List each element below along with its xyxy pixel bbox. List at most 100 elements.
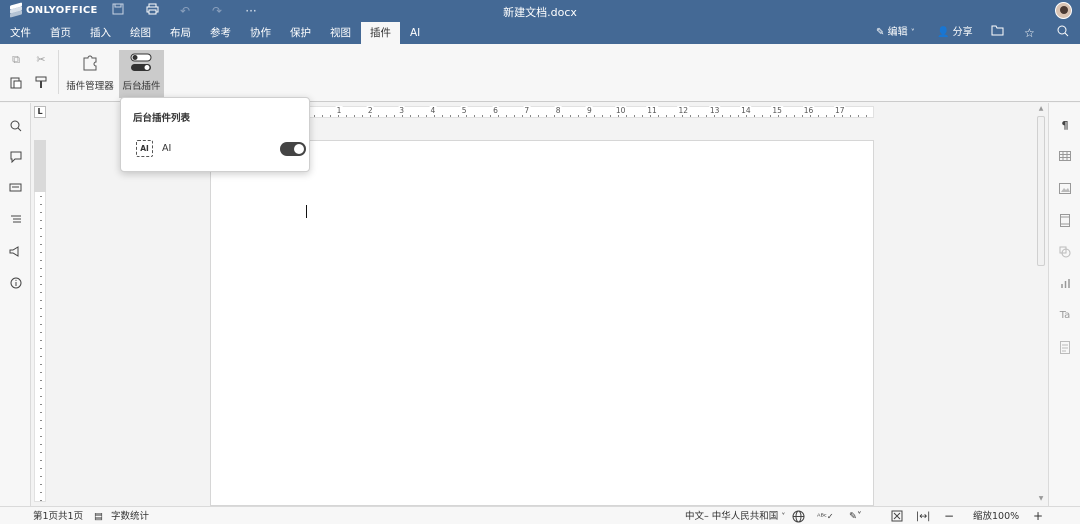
logo-text: ONLYOFFICE [26,4,98,16]
edit-mode-label: 编辑 [887,27,908,38]
vertical-scrollbar[interactable]: ▲ ▼ [1036,104,1046,504]
format-painter-icon[interactable] [33,76,49,92]
tab-view[interactable]: 视图 [323,22,358,44]
table-icon[interactable] [1058,151,1072,165]
chevron-down-icon: ˅ [781,512,786,521]
tab-plugins[interactable]: 插件 [361,22,400,44]
fit-to-width-icon[interactable]: |↔| [916,510,930,523]
tab-home[interactable]: 首页 [43,22,78,44]
ruler-number: 17 [834,106,846,115]
ruler-number: 7 [523,106,531,115]
chart-icon[interactable] [1058,278,1072,292]
form-icon[interactable] [1058,341,1072,355]
ai-plugin-icon: AI [136,140,153,157]
ruler-number: 14 [740,106,752,115]
language-selector[interactable]: 中文– 中华人民共和国 ˅ [685,510,785,523]
ruler-number: 8 [554,106,562,115]
scroll-up-arrow-icon[interactable]: ▲ [1036,104,1046,114]
tab-stop-selector[interactable]: L [34,106,46,118]
user-share-icon: 👤 [937,27,950,38]
ruler-number: 4 [429,106,437,115]
background-plugins-button[interactable]: 后台插件 ˄ [119,50,164,98]
zoom-in-icon[interactable]: + [1033,510,1043,523]
feedback-icon[interactable] [8,246,23,261]
ruler-number: 1 [335,106,343,115]
tab-protection[interactable]: 保护 [283,22,318,44]
text-art-icon[interactable]: Ta [1058,309,1072,323]
search-icon[interactable] [8,120,23,135]
document-language-globe-icon[interactable] [792,510,805,523]
word-count-button[interactable]: ▤ 字数统计 [94,510,149,523]
vertical-ruler [34,140,46,502]
left-sidebar [0,103,31,506]
track-changes-icon[interactable]: ✎˅ [849,510,862,523]
edit-mode-button[interactable]: ✎ 编辑 ˅ [876,25,915,41]
language-label: 中文– 中华人民共和国 [685,511,779,522]
zoom-level[interactable]: 缩放100% [973,510,1019,523]
zoom-out-icon[interactable]: − [944,510,954,523]
puzzle-icon [81,52,101,75]
ruler-number: 10 [614,106,627,115]
tab-references[interactable]: 参考 [203,22,238,44]
redo-icon[interactable]: ↷ [209,3,225,19]
plugin-manager-button[interactable]: 插件管理器 [64,50,116,98]
ruler-number: 3 [398,106,405,115]
word-count-label: 字数统计 [111,511,150,522]
chevron-down-icon: ˅ [910,28,915,37]
ruler-number: 16 [802,106,815,115]
tab-draw[interactable]: 绘图 [123,22,158,44]
toolbar: ⧉ ✂ 插件管理器 后台插件 ˄ [0,44,1080,102]
share-button[interactable]: 👤 分享 [937,25,973,41]
user-avatar[interactable] [1055,2,1072,19]
title-bar: ONLYOFFICE ↶ ↷ ··· 新建文档.docx [0,0,1080,22]
copy-icon[interactable]: ⧉ [8,52,24,68]
header-footer-icon[interactable] [1058,214,1072,228]
ruler-number: 15 [771,106,783,115]
cut-icon[interactable]: ✂ [33,52,49,68]
document-page[interactable] [210,140,874,506]
about-icon[interactable] [8,277,23,292]
tab-collaboration[interactable]: 协作 [243,22,278,44]
share-label: 分享 [952,27,973,38]
open-location-icon[interactable] [991,25,1004,41]
scroll-down-arrow-icon[interactable]: ▼ [1036,494,1046,504]
tab-file[interactable]: 文件 [3,22,38,44]
chat-icon[interactable] [8,182,23,197]
spellcheck-icon[interactable]: ᴬᴮᶜ✓ [817,510,834,523]
popover-title: 后台插件列表 [133,113,191,124]
comments-icon[interactable] [8,151,23,166]
favorite-star-icon[interactable]: ☆ [1024,25,1035,41]
background-plugins-popover: 后台插件列表 AI AI [120,97,310,172]
text-cursor [306,205,307,218]
tab-insert[interactable]: 插入 [83,22,118,44]
document-title: 新建文档.docx [503,6,577,19]
image-icon[interactable] [1058,183,1072,197]
chevron-up-icon: ˄ [139,87,144,96]
print-icon[interactable] [144,3,160,19]
undo-icon[interactable]: ↶ [177,3,193,19]
ruler-number: 9 [586,106,593,115]
fit-to-page-icon[interactable] [891,510,903,523]
search-header-icon[interactable] [1057,25,1069,41]
ruler-number: 2 [366,106,374,115]
navigation-icon[interactable] [8,214,23,229]
save-icon[interactable] [110,3,126,19]
status-bar: 第1页共1页 ▤ 字数统计 中文– 中华人民共和国 ˅ ᴬᴮᶜ✓ ✎˅ |↔| … [0,506,1080,524]
plugin-toggle[interactable] [280,142,306,156]
pencil-icon: ✎ [876,27,885,38]
scrollbar-thumb[interactable] [1037,116,1045,266]
paste-icon[interactable] [8,76,24,92]
app-logo[interactable]: ONLYOFFICE [10,2,98,18]
toggle-switches-icon [130,53,152,76]
tab-ai[interactable]: AI [403,22,427,44]
toolbar-separator [58,50,59,94]
right-sidebar: ¶ Ta [1048,103,1080,506]
plugin-manager-label: 插件管理器 [66,81,114,92]
page-info[interactable]: 第1页共1页 [33,510,83,523]
plugin-name: AI [162,143,172,154]
more-icon[interactable]: ··· [243,3,259,19]
ruler-number: 5 [460,106,468,115]
shape-icon[interactable] [1058,246,1072,260]
paragraph-icon[interactable]: ¶ [1058,119,1072,133]
tab-layout[interactable]: 布局 [163,22,198,44]
